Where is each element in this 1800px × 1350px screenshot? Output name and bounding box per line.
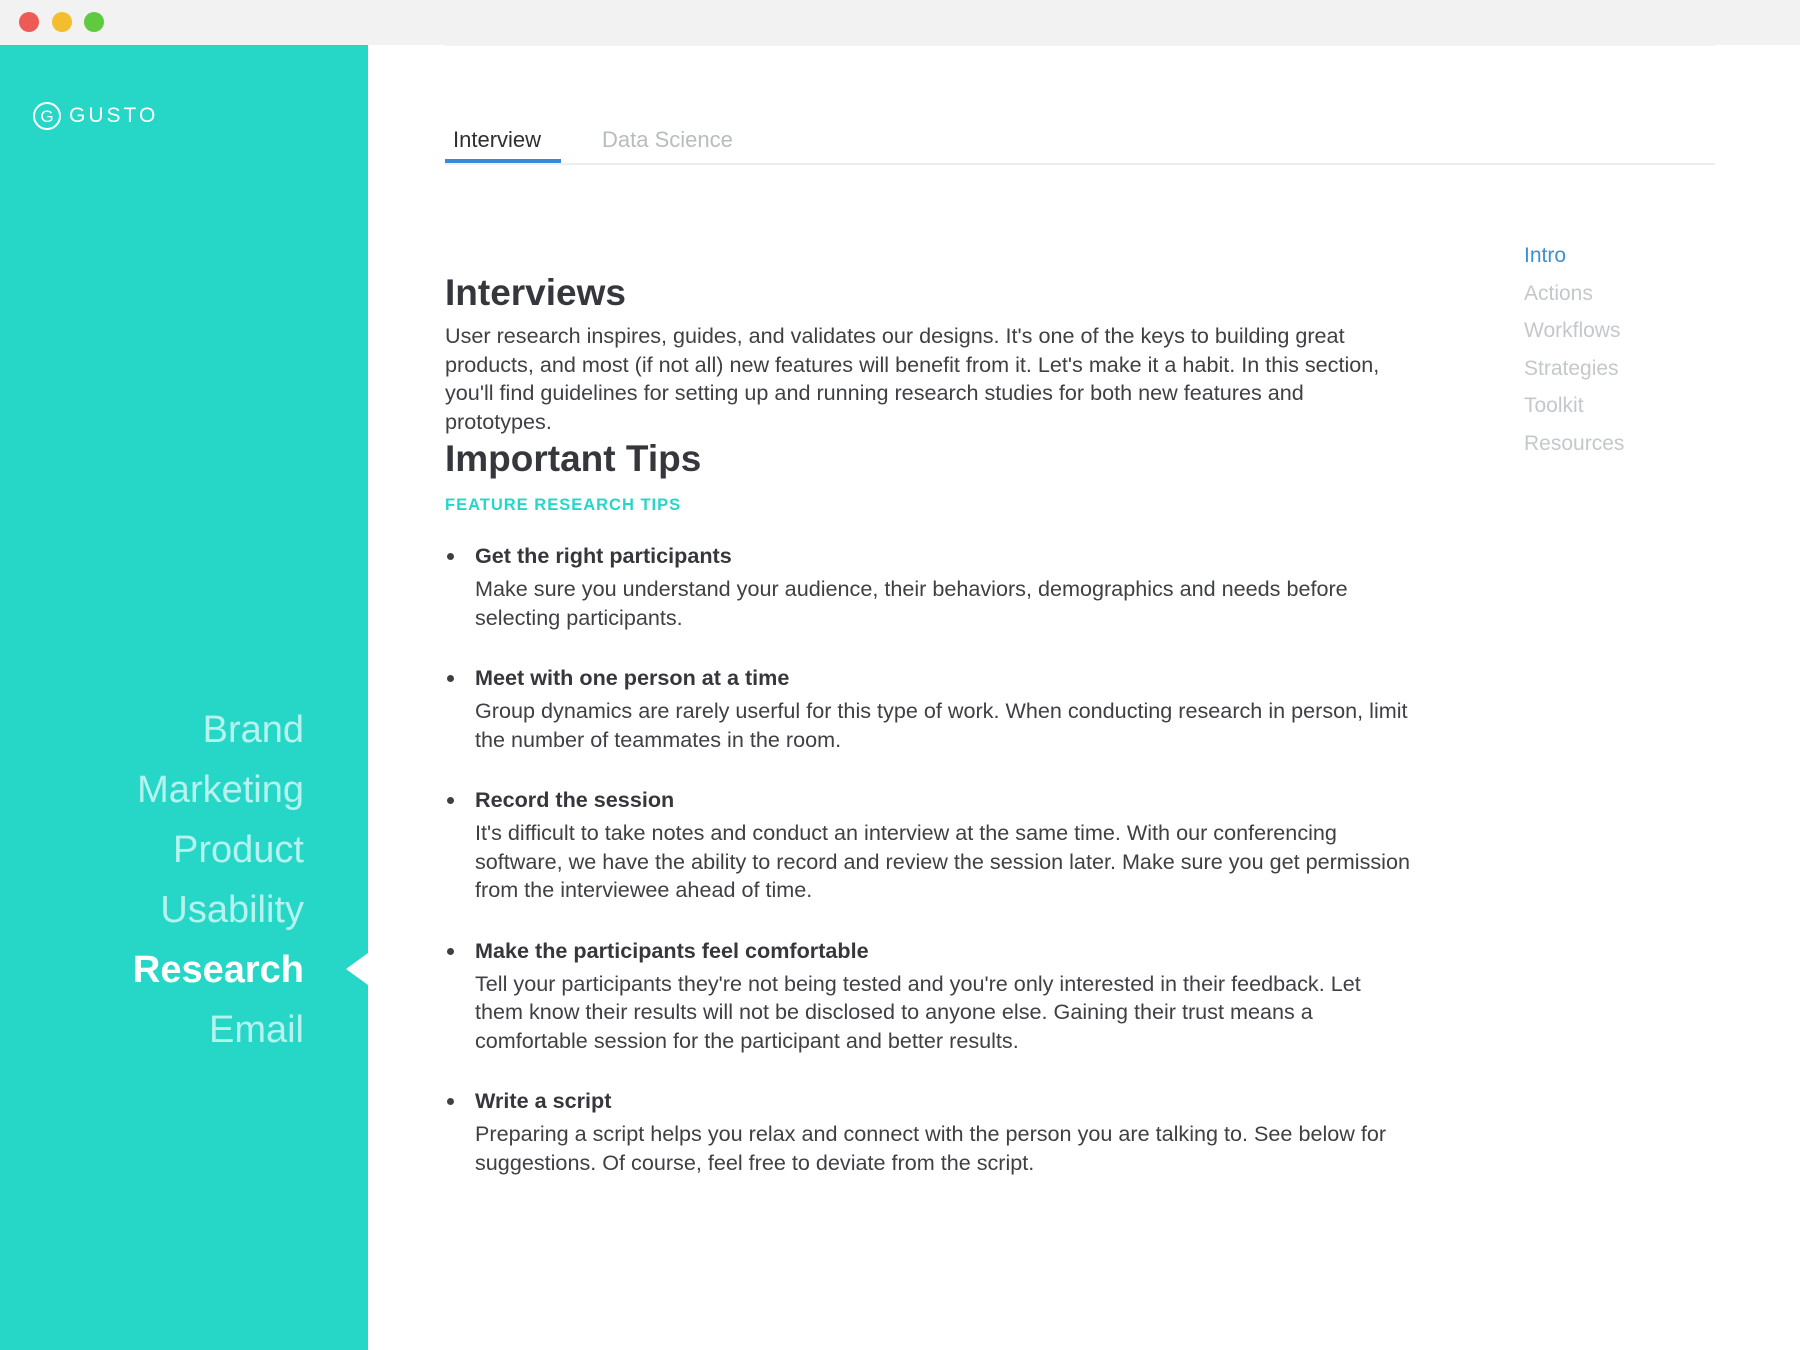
logo-text: GUSTO	[69, 104, 159, 127]
tip-body: Preparing a script helps you relax and c…	[475, 1121, 1387, 1175]
active-tab-indicator	[445, 159, 561, 163]
tip-title: Meet with one person at a time	[475, 665, 790, 690]
window-titlebar	[0, 0, 1800, 45]
tip-body: It's difficult to take notes and conduct…	[475, 820, 1410, 902]
bullet-icon	[447, 797, 454, 804]
bullet-icon	[447, 553, 454, 560]
minimize-window-button[interactable]	[52, 12, 72, 32]
tip-title: Record the session	[475, 787, 675, 812]
tip-body: Group dynamics are rarely userful for th…	[475, 698, 1408, 752]
tip-body: Tell your participants they're not being…	[475, 970, 1361, 1053]
article: Interviews User research inspires, guide…	[445, 270, 1410, 1208]
toc-item-actions[interactable]: Actions	[1524, 275, 1624, 313]
sidebar-nav: Brand Marketing Product Usability Resear…	[133, 700, 304, 1060]
sidebar-item-usability[interactable]: Usability	[133, 880, 304, 940]
active-nav-pointer-icon	[346, 953, 368, 985]
bullet-icon	[447, 1098, 454, 1105]
intro-paragraph: User research inspires, guides, and vali…	[445, 323, 1380, 434]
tab-data-science[interactable]: Data Science	[602, 127, 733, 153]
main-content: Interview Data Science Intro Actions Wor…	[368, 45, 1800, 1350]
toc-item-resources[interactable]: Resources	[1524, 425, 1624, 463]
sidebar-item-marketing[interactable]: Marketing	[133, 760, 304, 820]
bullet-icon	[447, 947, 454, 955]
tip-title: Make the participants feel comfortable	[475, 937, 869, 963]
bullet-icon	[447, 675, 454, 682]
list-item: Write a script Preparing a script helps …	[445, 1086, 1410, 1177]
close-window-button[interactable]	[19, 12, 39, 32]
list-item: Get the right participants Make sure you…	[445, 541, 1410, 632]
list-item: Make the participants feel comfortable T…	[445, 936, 1410, 1056]
toc-item-intro[interactable]: Intro	[1524, 237, 1624, 275]
sidebar: G GUSTO Brand Marketing Product Usabilit…	[0, 45, 368, 1350]
sidebar-item-product[interactable]: Product	[133, 820, 304, 880]
list-item: Meet with one person at a time Group dyn…	[445, 663, 1410, 754]
tip-title: Get the right participants	[475, 543, 732, 568]
toc-item-workflows[interactable]: Workflows	[1524, 312, 1624, 350]
sidebar-item-research[interactable]: Research	[133, 940, 304, 1000]
divider	[445, 45, 1715, 46]
toc-item-strategies[interactable]: Strategies	[1524, 350, 1624, 388]
page-toc: Intro Actions Workflows Strategies Toolk…	[1524, 237, 1624, 463]
tab-interview[interactable]: Interview	[453, 127, 541, 153]
page-title: Interviews	[445, 272, 626, 313]
tips-list: Get the right participants Make sure you…	[445, 541, 1410, 1177]
toc-item-toolkit[interactable]: Toolkit	[1524, 387, 1624, 425]
sidebar-item-email[interactable]: Email	[133, 1000, 304, 1060]
zoom-window-button[interactable]	[84, 12, 104, 32]
tip-title: Write a script	[475, 1088, 612, 1113]
list-item: Record the session It's difficult to tak…	[445, 785, 1410, 905]
browser-window: G GUSTO Brand Marketing Product Usabilit…	[0, 0, 1800, 1350]
tab-bar: Interview Data Science	[445, 125, 1715, 165]
tip-body: Make sure you understand your audience, …	[475, 576, 1348, 630]
gusto-logo[interactable]: G GUSTO	[33, 102, 158, 130]
gusto-logo-icon: G	[33, 102, 61, 130]
sidebar-item-brand[interactable]: Brand	[133, 700, 304, 760]
section-subheading: FEATURE RESEARCH TIPS	[445, 496, 682, 514]
section-title: Important Tips	[445, 438, 702, 479]
